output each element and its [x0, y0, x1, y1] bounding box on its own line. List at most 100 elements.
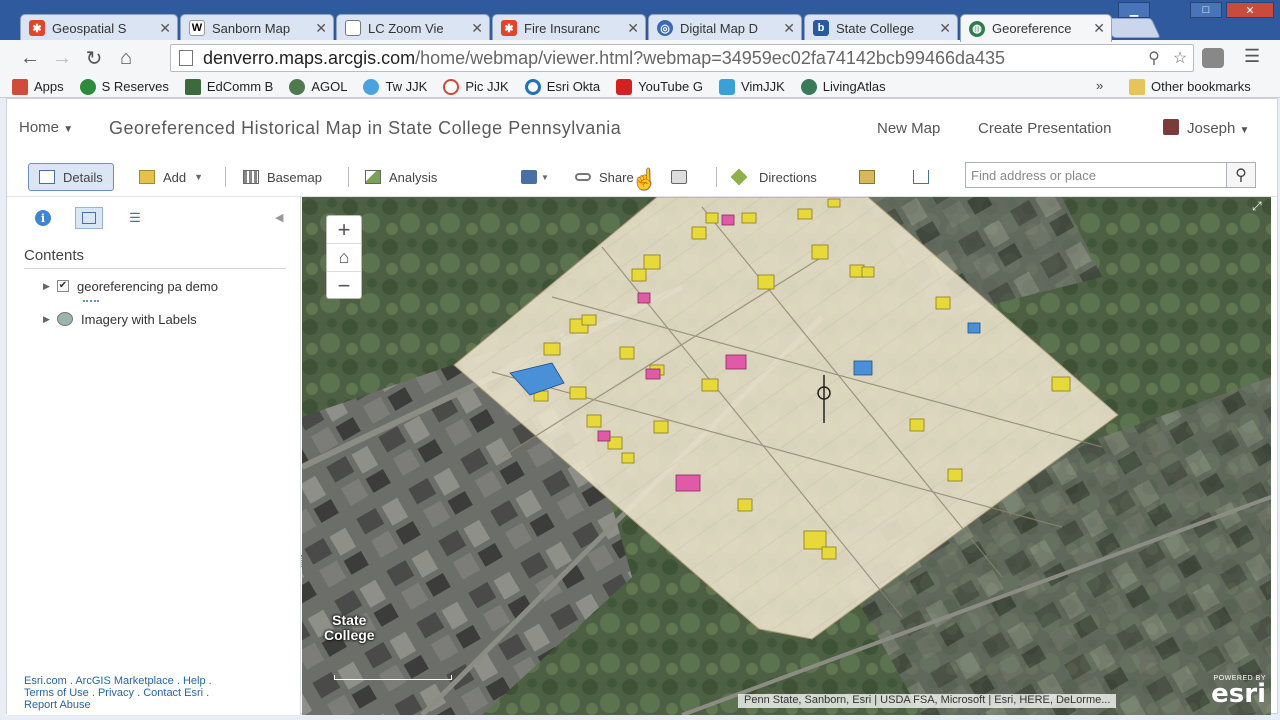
browser-tab-5[interactable]: ◎ Digital Map D ✕	[648, 14, 802, 41]
place-label-line1: State	[332, 612, 367, 628]
details-button[interactable]: Details	[28, 163, 114, 191]
bookmark-youtube[interactable]: YouTube G	[616, 78, 703, 95]
avatar[interactable]	[1163, 119, 1179, 135]
close-icon[interactable]: ✕	[783, 20, 795, 37]
bookmark-edcomm[interactable]: EdComm B	[184, 78, 273, 95]
pinwheel-icon: ✱	[29, 20, 45, 36]
bookmark-livingatlas[interactable]: LivingAtlas	[800, 78, 886, 95]
search-input[interactable]: Find address or place	[965, 162, 1227, 188]
layer-symbol	[83, 300, 99, 302]
bookmark-pic-jjk[interactable]: Pic JJK	[443, 78, 509, 95]
browser-tab-active[interactable]: ◍ Georeference ✕	[960, 14, 1112, 42]
map-attribution[interactable]: Penn State, Sanborn, Esri | USDA FSA, Mi…	[738, 694, 1117, 708]
map-view[interactable]: + ⌂ − ⤢ State College Penn State, Sanbor…	[302, 197, 1271, 715]
browser-tab-2[interactable]: W Sanborn Map ✕	[180, 14, 334, 41]
minimize-button[interactable]: ▁	[1118, 2, 1150, 18]
back-arrow-icon[interactable]: ←	[14, 44, 46, 72]
app-header: Home ▼ Georeferenced Historical Map in S…	[7, 99, 1277, 157]
print-button[interactable]	[671, 163, 695, 191]
forward-arrow-icon[interactable]: →	[46, 44, 78, 72]
link-contact[interactable]: Contact Esri	[143, 687, 203, 699]
close-icon[interactable]: ✕	[471, 20, 483, 37]
layer-name: Imagery with Labels	[81, 311, 197, 327]
address-bar[interactable]: denverro.maps.arcgis.com/home/webmap/vie…	[170, 44, 1194, 72]
share-button[interactable]: Share	[575, 163, 634, 191]
basemap-globe-icon	[57, 312, 73, 326]
expand-arrow-icon[interactable]: ▶	[43, 314, 57, 325]
browser-tab-4[interactable]: ✱ Fire Insuranc ✕	[492, 14, 646, 41]
search-icon: ⚲	[1235, 167, 1247, 184]
link-help[interactable]: Help	[183, 675, 206, 687]
sidebar-tabs: i ☰ ◀	[7, 197, 300, 239]
footer-links: Esri.com . ArcGIS Marketplace . Help . T…	[24, 675, 212, 711]
default-extent-home-icon[interactable]: ⌂	[327, 244, 361, 272]
browser-tab-3[interactable]: LC Zoom Vie ✕	[336, 14, 490, 41]
link-esri-com[interactable]: Esri.com	[24, 675, 67, 687]
link-marketplace[interactable]: ArcGIS Marketplace	[75, 675, 173, 687]
close-icon[interactable]: ✕	[1093, 20, 1105, 37]
layer-checkbox[interactable]: ✔	[57, 280, 69, 292]
window-close-button[interactable]: ✕	[1226, 2, 1274, 18]
user-menu[interactable]: Joseph ▼	[1187, 120, 1249, 137]
close-icon[interactable]: ✕	[315, 20, 327, 37]
reload-icon[interactable]: ↻	[78, 44, 110, 72]
url-text: denverro.maps.arcgis.com/home/webmap/vie…	[203, 48, 1141, 69]
bookmark-vimjjk[interactable]: VimJJK	[718, 78, 785, 95]
fullscreen-icon[interactable]: ⤢	[1252, 199, 1262, 214]
zoom-in-button[interactable]: +	[327, 216, 361, 244]
extension-icon[interactable]	[1202, 48, 1224, 68]
close-icon[interactable]: ✕	[939, 20, 951, 37]
add-label: Add	[163, 169, 187, 185]
close-icon[interactable]: ✕	[159, 20, 171, 37]
tab-contents[interactable]	[75, 207, 103, 229]
home-menu[interactable]: Home ▼	[19, 119, 73, 136]
bookmark-tw-jjk[interactable]: Tw JJK	[363, 78, 427, 95]
add-button[interactable]: Add ▼	[139, 163, 203, 191]
close-icon[interactable]: ✕	[627, 20, 639, 37]
scale-bar	[334, 675, 452, 680]
expand-arrow-icon[interactable]: ▶	[43, 281, 57, 292]
hand-cursor-icon: ☝	[632, 169, 657, 191]
restore-button[interactable]: □	[1190, 2, 1222, 18]
user-name: Joseph	[1187, 120, 1236, 137]
home-icon[interactable]: ⌂	[110, 44, 142, 72]
browser-tab-1[interactable]: ✱ Geospatial S ✕	[20, 14, 178, 41]
bookmark-apps[interactable]: Apps	[12, 78, 64, 95]
map-icon	[184, 78, 201, 95]
bookmark-agol[interactable]: AGOL	[289, 78, 347, 95]
basemap-button[interactable]: Basemap	[243, 163, 322, 191]
save-button[interactable]: ▼	[521, 163, 549, 191]
url-host: denverro.maps.arcgis.com	[203, 47, 416, 68]
google-icon	[443, 78, 460, 95]
zoom-out-button[interactable]: −	[327, 272, 361, 300]
bookmark-s-reserves[interactable]: S Reserves	[79, 78, 169, 95]
directions-button[interactable]: Directions	[730, 163, 817, 191]
zoom-control: + ⌂ −	[326, 215, 362, 299]
tab-title: State College	[836, 20, 915, 36]
search-icon[interactable]: ⚲	[1141, 48, 1167, 68]
bookmark-label: S Reserves	[101, 79, 169, 94]
create-presentation-link[interactable]: Create Presentation	[978, 120, 1111, 137]
bookmarks-overflow-icon[interactable]: »	[1096, 78, 1103, 93]
layer-item[interactable]: ▶ Imagery with Labels	[43, 309, 197, 329]
add-layer-icon	[139, 170, 155, 184]
link-terms[interactable]: Terms of Use	[24, 687, 89, 699]
layer-item[interactable]: ▶ ✔ georeferencing pa demo	[43, 276, 218, 296]
esri-logo[interactable]: POWERED BY esri	[1190, 675, 1266, 711]
bookmarks-button[interactable]	[913, 163, 937, 191]
tab-about[interactable]: i	[29, 207, 57, 229]
menu-icon[interactable]: ☰	[1244, 46, 1260, 67]
star-icon[interactable]: ☆	[1167, 48, 1193, 68]
bookmark-esri-okta[interactable]: Esri Okta	[524, 78, 600, 95]
search-button[interactable]: ⚲	[1226, 162, 1256, 188]
other-bookmarks[interactable]: Other bookmarks	[1129, 78, 1251, 95]
tab-legend[interactable]: ☰	[121, 207, 149, 229]
link-privacy[interactable]: Privacy	[98, 687, 134, 699]
browser-tab-6[interactable]: b State College ✕	[804, 14, 958, 41]
new-map-link[interactable]: New Map	[877, 120, 940, 137]
analysis-button[interactable]: Analysis	[365, 163, 437, 191]
measure-button[interactable]	[859, 163, 883, 191]
collapse-icon[interactable]: ◀	[275, 211, 283, 224]
bookmark-label: YouTube G	[638, 79, 703, 94]
link-report-abuse[interactable]: Report Abuse	[24, 699, 91, 711]
